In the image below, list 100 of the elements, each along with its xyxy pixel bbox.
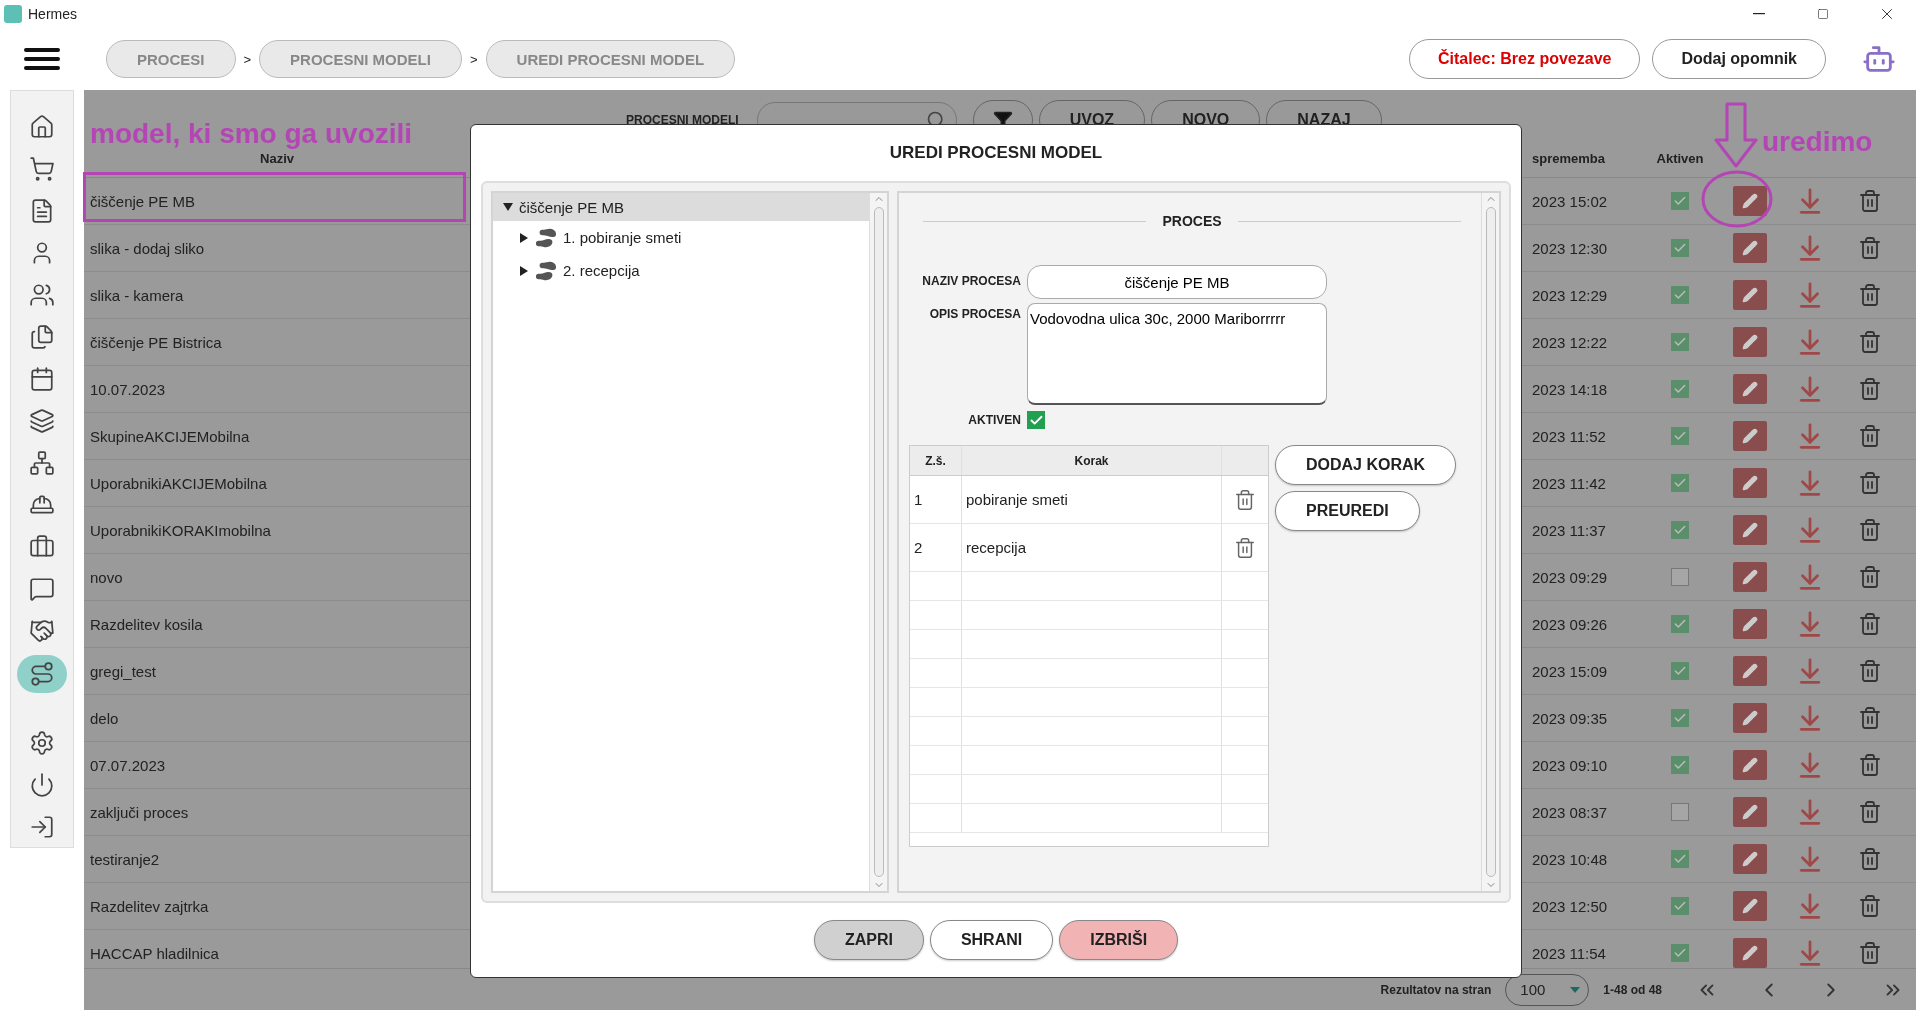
edit-button[interactable]: [1733, 750, 1767, 780]
step-button[interactable]: PREUREDI: [1275, 491, 1420, 531]
edit-button[interactable]: [1733, 891, 1767, 921]
checkbox[interactable]: [1671, 803, 1689, 821]
table-cell-text: 2023 11:37: [1532, 521, 1607, 539]
column-header: Korak: [962, 446, 1222, 475]
pencil-icon: [1742, 804, 1758, 820]
trash-icon[interactable]: [1858, 800, 1882, 824]
checkbox[interactable]: [1027, 411, 1045, 429]
checkbox[interactable]: [1671, 709, 1689, 727]
trash-icon[interactable]: [1858, 424, 1882, 448]
checkbox[interactable]: [1671, 662, 1689, 680]
step-button[interactable]: DODAJ KORAK: [1275, 445, 1457, 485]
check-icon: [1673, 664, 1687, 678]
trash-icon[interactable]: [1234, 488, 1256, 511]
trash-icon[interactable]: [1858, 236, 1882, 260]
edit-button[interactable]: [1733, 797, 1767, 827]
edit-button[interactable]: [1733, 515, 1767, 545]
table-cell-text: čiščenje PE MB: [89, 192, 197, 210]
delete-button[interactable]: IZBRIŠI: [1059, 920, 1179, 960]
tree-item[interactable]: 2. recepcija: [493, 254, 869, 287]
pencil-icon: [1742, 381, 1758, 397]
edit-button[interactable]: [1733, 609, 1767, 639]
minimize-icon: [1753, 13, 1765, 15]
description-input[interactable]: Vodovodna ulica 30c, 2000 Mariborrrrr: [1027, 303, 1327, 405]
tree-item[interactable]: 1. pobiranje smeti: [493, 221, 869, 254]
table-cell-text: slika - kamera: [89, 286, 185, 304]
close-dialog-button[interactable]: ZAPRI: [813, 920, 924, 960]
trash-icon[interactable]: [1858, 659, 1882, 683]
checkbox[interactable]: [1671, 239, 1689, 257]
trash-icon[interactable]: [1858, 894, 1882, 918]
trash-icon[interactable]: [1858, 189, 1882, 213]
pencil-icon: [1742, 710, 1758, 726]
table-cell-text: UporabnikiKORAKImobilna: [89, 521, 272, 539]
trash-icon[interactable]: [1858, 941, 1882, 965]
app-icon: [4, 5, 22, 23]
trash-icon[interactable]: [1858, 706, 1882, 730]
checkbox[interactable]: [1671, 192, 1689, 210]
trash-icon[interactable]: [1858, 847, 1882, 871]
checkbox[interactable]: [1671, 286, 1689, 304]
column-header: Aktiven: [1655, 151, 1705, 166]
checkbox[interactable]: [1671, 427, 1689, 445]
expand-icon[interactable]: [519, 232, 529, 243]
checkbox[interactable]: [1671, 380, 1689, 398]
field-label: AKTIVEN: [967, 413, 1021, 427]
table-cell: 1: [910, 476, 962, 523]
trash-icon[interactable]: [1858, 283, 1882, 307]
table-cell-text: slika - dodaj sliko: [89, 239, 206, 257]
footprints-icon: [535, 226, 557, 249]
checkbox[interactable]: [1671, 897, 1689, 915]
edit-button[interactable]: [1733, 703, 1767, 733]
chat-icon: [29, 576, 55, 602]
checkbox[interactable]: [1671, 944, 1689, 962]
expand-icon[interactable]: [519, 265, 529, 276]
table-cell-text: 2023 15:09: [1532, 662, 1609, 680]
edit-button[interactable]: [1733, 327, 1767, 357]
checkbox[interactable]: [1671, 521, 1689, 539]
table-cell-text: 2023 11:52: [1532, 427, 1607, 445]
save-button[interactable]: SHRANI: [929, 920, 1054, 960]
route-icon: [29, 661, 55, 687]
checkbox[interactable]: [1671, 615, 1689, 633]
edit-button[interactable]: [1733, 562, 1767, 592]
sidebar-item[interactable]: [17, 655, 67, 693]
trash-icon[interactable]: [1858, 330, 1882, 354]
trash-icon[interactable]: [1858, 377, 1882, 401]
trash-icon[interactable]: [1234, 536, 1256, 559]
trash-icon[interactable]: [1858, 612, 1882, 636]
checkbox[interactable]: [1671, 850, 1689, 868]
pencil-icon: [1742, 522, 1758, 538]
edit-button[interactable]: [1733, 421, 1767, 451]
check-icon: [1673, 382, 1687, 396]
annotation-text: model, ki smo ga uvozili: [90, 118, 413, 150]
edit-button[interactable]: [1733, 938, 1767, 968]
edit-button[interactable]: [1733, 468, 1767, 498]
tree-item[interactable]: čiščenje PE MB: [493, 193, 869, 221]
pencil-icon: [1742, 287, 1758, 303]
collapse-icon[interactable]: [503, 202, 513, 212]
check-icon: [1673, 241, 1687, 255]
edit-button[interactable]: [1733, 233, 1767, 263]
edit-button[interactable]: [1733, 186, 1767, 216]
edit-button[interactable]: [1733, 844, 1767, 874]
reader-status-button[interactable]: Čitalec: Brez povezave: [1409, 39, 1641, 79]
name-input[interactable]: čiščenje PE MB: [1027, 265, 1327, 299]
trash-icon[interactable]: [1858, 753, 1882, 777]
edit-button[interactable]: [1733, 280, 1767, 310]
toolbar-label: PROCESNI MODELI: [626, 113, 739, 127]
checkbox[interactable]: [1671, 474, 1689, 492]
trash-icon[interactable]: [1858, 471, 1882, 495]
edit-button[interactable]: [1733, 656, 1767, 686]
trash-icon[interactable]: [1858, 565, 1882, 589]
trash-icon[interactable]: [1858, 518, 1882, 542]
edit-button[interactable]: [1733, 374, 1767, 404]
table-cell-text: 10.07.2023: [89, 380, 167, 398]
home-icon: [29, 114, 55, 140]
checkbox[interactable]: [1671, 568, 1689, 586]
table-cell-text: UporabnikiAKCIJEMobilna: [89, 474, 268, 492]
checkbox[interactable]: [1671, 756, 1689, 774]
checkbox[interactable]: [1671, 333, 1689, 351]
check-icon: [1673, 194, 1687, 208]
add-reminder-button[interactable]: Dodaj opomnik: [1652, 39, 1826, 79]
